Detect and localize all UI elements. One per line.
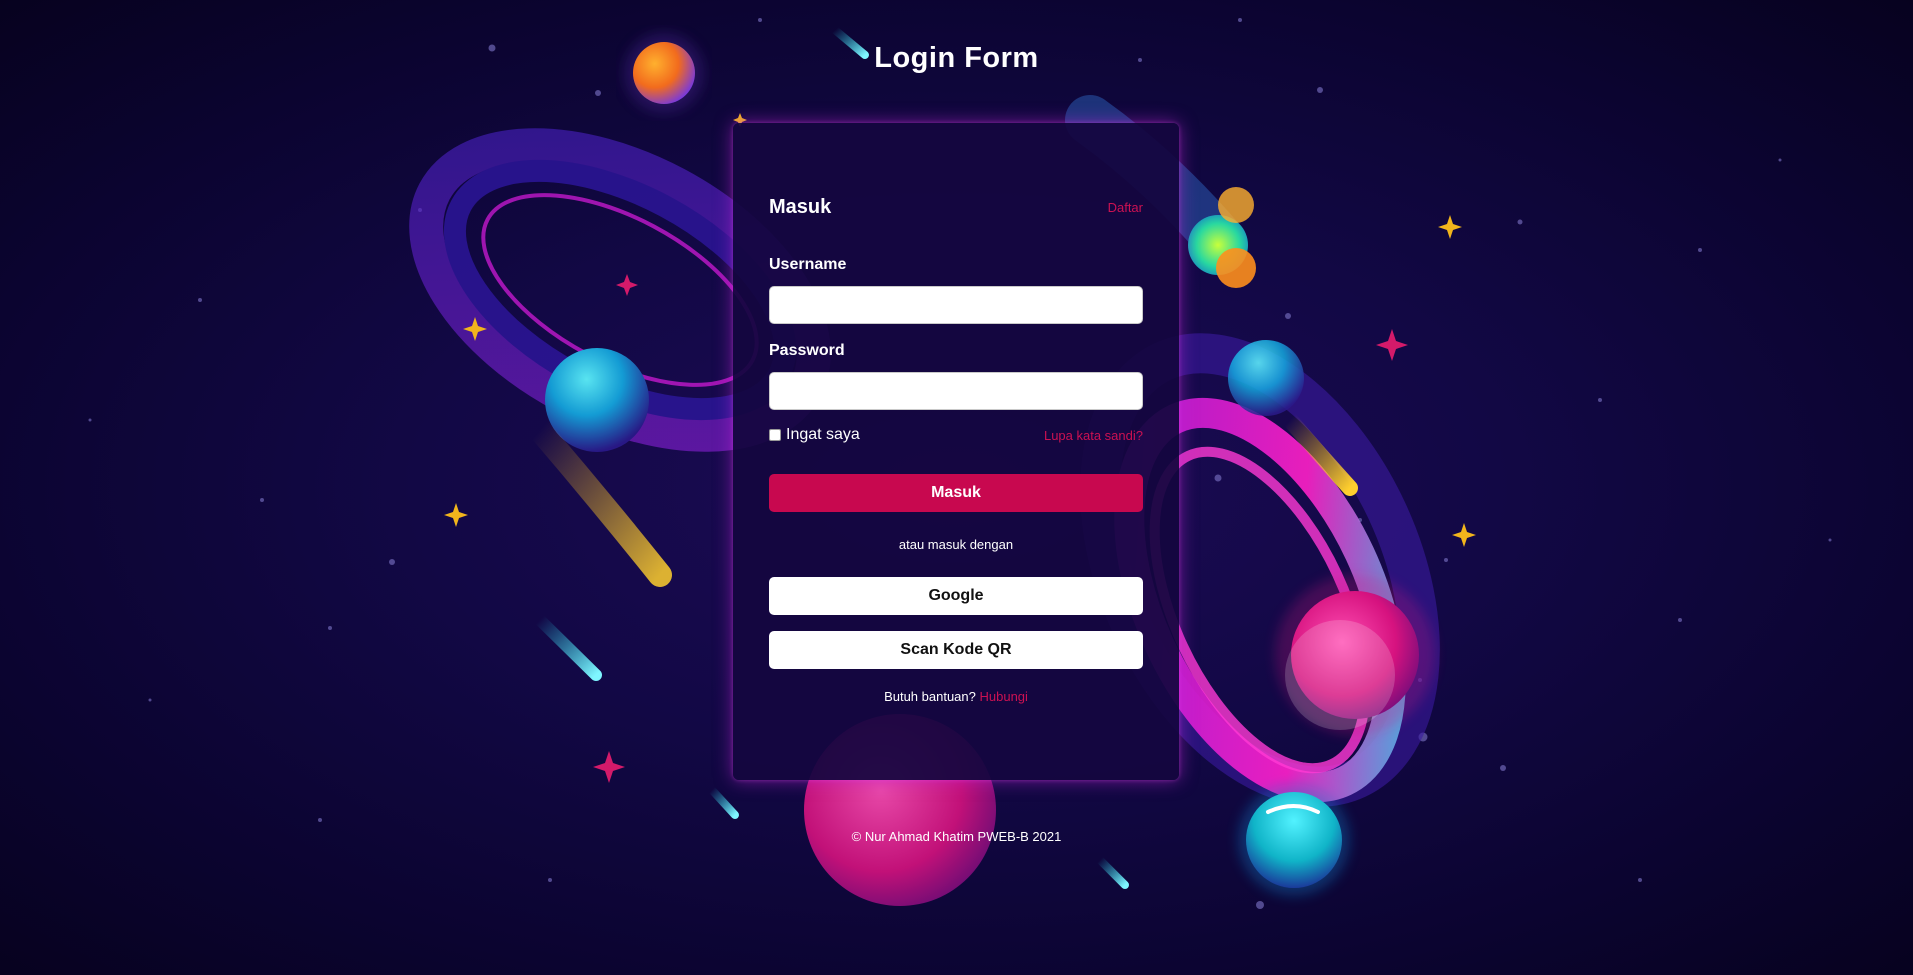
- remember-me[interactable]: Ingat saya: [769, 426, 860, 444]
- username-input[interactable]: [769, 286, 1143, 324]
- google-login-button[interactable]: Google: [769, 577, 1143, 615]
- password-input[interactable]: [769, 372, 1143, 410]
- login-button[interactable]: Masuk: [769, 474, 1143, 512]
- username-label: Username: [769, 256, 847, 273]
- login-card: Masuk Daftar Username Password Ingat say…: [733, 123, 1179, 780]
- remember-row: Ingat saya Lupa kata sandi?: [769, 426, 1143, 444]
- page-title: Login Form: [874, 42, 1039, 74]
- card-header: Masuk Daftar: [769, 196, 1143, 219]
- remember-label: Ingat saya: [786, 426, 860, 443]
- forgot-password-link[interactable]: Lupa kata sandi?: [1044, 428, 1143, 443]
- help-text: Butuh bantuan?: [884, 689, 976, 704]
- password-label: Password: [769, 342, 845, 359]
- alt-login-text: atau masuk dengan: [898, 537, 1014, 552]
- login-heading: Masuk: [769, 196, 832, 218]
- small-blue-planet: [1228, 340, 1304, 416]
- help-row: Butuh bantuan? Hubungi: [769, 689, 1143, 704]
- footer-copyright: © Nur Ahmad Khatim PWEB-B 2021: [851, 829, 1062, 844]
- contact-link[interactable]: Hubungi: [980, 689, 1028, 704]
- remember-checkbox[interactable]: [769, 429, 781, 441]
- register-link[interactable]: Daftar: [1108, 200, 1143, 215]
- login-screen: Login Form Masuk Daftar Username Passwor…: [0, 0, 1913, 975]
- qr-login-button[interactable]: Scan Kode QR: [769, 631, 1143, 669]
